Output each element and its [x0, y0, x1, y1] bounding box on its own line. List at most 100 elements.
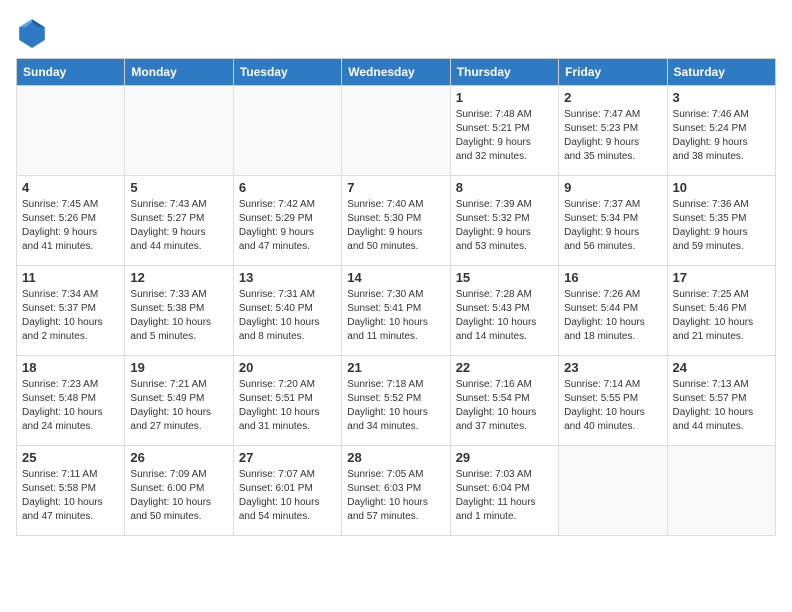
day-info: Sunrise: 7:45 AM Sunset: 5:26 PM Dayligh…	[22, 198, 119, 254]
calendar-cell: 23 Sunrise: 7:14 AM Sunset: 5:55 PM Dayli…	[559, 356, 667, 446]
calendar-table: SundayMondayTuesdayWednesdayThursdayFrid…	[16, 58, 776, 536]
day-number: 4	[22, 180, 119, 195]
day-number: 14	[347, 270, 444, 285]
page-header	[16, 16, 776, 48]
day-number: 29	[456, 450, 553, 465]
day-number: 26	[130, 450, 227, 465]
calendar-body: 1 Sunrise: 7:48 AM Sunset: 5:21 PM Daylig…	[17, 86, 776, 536]
day-info: Sunrise: 7:13 AM Sunset: 5:57 PM Dayligh…	[673, 378, 770, 434]
calendar-cell: 6 Sunrise: 7:42 AM Sunset: 5:29 PM Daylig…	[233, 176, 341, 266]
day-number: 27	[239, 450, 336, 465]
calendar-cell: 12 Sunrise: 7:33 AM Sunset: 5:38 PM Dayli…	[125, 266, 233, 356]
day-info: Sunrise: 7:37 AM Sunset: 5:34 PM Dayligh…	[564, 198, 661, 254]
calendar-week-5: 25Sunrise: 7:11 AM Sunset: 5:58 PM Dayli…	[17, 446, 776, 536]
calendar-cell: 13Sunrise: 7:31 AM Sunset: 5:40 PM Dayli…	[233, 266, 341, 356]
calendar-cell: 21 Sunrise: 7:18 AM Sunset: 5:52 PM Dayli…	[342, 356, 450, 446]
calendar-cell	[233, 86, 341, 176]
day-info: Sunrise: 7:07 AM Sunset: 6:01 PM Dayligh…	[239, 468, 336, 524]
day-number: 20	[239, 360, 336, 375]
day-info: Sunrise: 7:20 AM Sunset: 5:51 PM Dayligh…	[239, 378, 336, 434]
calendar-cell: 15Sunrise: 7:28 AM Sunset: 5:43 PM Dayli…	[450, 266, 558, 356]
calendar-cell: 27 Sunrise: 7:07 AM Sunset: 6:01 PM Dayli…	[233, 446, 341, 536]
day-info: Sunrise: 7:33 AM Sunset: 5:38 PM Dayligh…	[130, 288, 227, 344]
calendar-cell	[17, 86, 125, 176]
day-info: Sunrise: 7:18 AM Sunset: 5:52 PM Dayligh…	[347, 378, 444, 434]
weekday-header-tuesday: Tuesday	[233, 59, 341, 86]
day-number: 6	[239, 180, 336, 195]
day-number: 9	[564, 180, 661, 195]
logo	[16, 16, 54, 48]
day-number: 3	[673, 90, 770, 105]
calendar-cell: 24 Sunrise: 7:13 AM Sunset: 5:57 PM Dayli…	[667, 356, 775, 446]
day-number: 13	[239, 270, 336, 285]
day-info: Sunrise: 7:40 AM Sunset: 5:30 PM Dayligh…	[347, 198, 444, 254]
day-info: Sunrise: 7:05 AM Sunset: 6:03 PM Dayligh…	[347, 468, 444, 524]
day-number: 16	[564, 270, 661, 285]
day-info: Sunrise: 7:43 AM Sunset: 5:27 PM Dayligh…	[130, 198, 227, 254]
day-number: 12	[130, 270, 227, 285]
calendar-cell: 10 Sunrise: 7:36 AM Sunset: 5:35 PM Dayli…	[667, 176, 775, 266]
day-info: Sunrise: 7:30 AM Sunset: 5:41 PM Dayligh…	[347, 288, 444, 344]
calendar-cell: 16 Sunrise: 7:26 AM Sunset: 5:44 PM Dayli…	[559, 266, 667, 356]
day-number: 15	[456, 270, 553, 285]
day-number: 22	[456, 360, 553, 375]
day-number: 17	[673, 270, 770, 285]
day-number: 10	[673, 180, 770, 195]
day-info: Sunrise: 7:23 AM Sunset: 5:48 PM Dayligh…	[22, 378, 119, 434]
day-info: Sunrise: 7:39 AM Sunset: 5:32 PM Dayligh…	[456, 198, 553, 254]
calendar-cell	[342, 86, 450, 176]
calendar-cell: 4 Sunrise: 7:45 AM Sunset: 5:26 PM Daylig…	[17, 176, 125, 266]
calendar-week-4: 18 Sunrise: 7:23 AM Sunset: 5:48 PM Dayli…	[17, 356, 776, 446]
day-info: Sunrise: 7:42 AM Sunset: 5:29 PM Dayligh…	[239, 198, 336, 254]
weekday-header-friday: Friday	[559, 59, 667, 86]
day-info: Sunrise: 7:46 AM Sunset: 5:24 PM Dayligh…	[673, 108, 770, 164]
day-number: 5	[130, 180, 227, 195]
weekday-header-sunday: Sunday	[17, 59, 125, 86]
day-number: 21	[347, 360, 444, 375]
calendar-cell: 29 Sunrise: 7:03 AM Sunset: 6:04 PM Dayli…	[450, 446, 558, 536]
day-info: Sunrise: 7:47 AM Sunset: 5:23 PM Dayligh…	[564, 108, 661, 164]
calendar-cell	[667, 446, 775, 536]
calendar-cell: 18 Sunrise: 7:23 AM Sunset: 5:48 PM Dayli…	[17, 356, 125, 446]
calendar-cell: 7Sunrise: 7:40 AM Sunset: 5:30 PM Daylig…	[342, 176, 450, 266]
weekday-header-wednesday: Wednesday	[342, 59, 450, 86]
day-number: 24	[673, 360, 770, 375]
weekday-header-monday: Monday	[125, 59, 233, 86]
day-number: 28	[347, 450, 444, 465]
weekday-header-thursday: Thursday	[450, 59, 558, 86]
calendar-cell: 3 Sunrise: 7:46 AM Sunset: 5:24 PM Daylig…	[667, 86, 775, 176]
calendar-cell: 17 Sunrise: 7:25 AM Sunset: 5:46 PM Dayli…	[667, 266, 775, 356]
calendar-cell: 20 Sunrise: 7:20 AM Sunset: 5:51 PM Dayli…	[233, 356, 341, 446]
day-info: Sunrise: 7:21 AM Sunset: 5:49 PM Dayligh…	[130, 378, 227, 434]
day-number: 8	[456, 180, 553, 195]
calendar-cell: 2 Sunrise: 7:47 AM Sunset: 5:23 PM Daylig…	[559, 86, 667, 176]
calendar-cell: 19Sunrise: 7:21 AM Sunset: 5:49 PM Dayli…	[125, 356, 233, 446]
logo-icon	[16, 16, 48, 48]
day-info: Sunrise: 7:14 AM Sunset: 5:55 PM Dayligh…	[564, 378, 661, 434]
day-info: Sunrise: 7:16 AM Sunset: 5:54 PM Dayligh…	[456, 378, 553, 434]
weekday-header-row: SundayMondayTuesdayWednesdayThursdayFrid…	[17, 59, 776, 86]
calendar-cell: 1 Sunrise: 7:48 AM Sunset: 5:21 PM Daylig…	[450, 86, 558, 176]
day-number: 2	[564, 90, 661, 105]
day-number: 11	[22, 270, 119, 285]
day-number: 23	[564, 360, 661, 375]
calendar-cell: 11Sunrise: 7:34 AM Sunset: 5:37 PM Dayli…	[17, 266, 125, 356]
calendar-cell: 9 Sunrise: 7:37 AM Sunset: 5:34 PM Daylig…	[559, 176, 667, 266]
calendar-week-2: 4 Sunrise: 7:45 AM Sunset: 5:26 PM Daylig…	[17, 176, 776, 266]
day-info: Sunrise: 7:48 AM Sunset: 5:21 PM Dayligh…	[456, 108, 553, 164]
calendar-week-3: 11Sunrise: 7:34 AM Sunset: 5:37 PM Dayli…	[17, 266, 776, 356]
day-info: Sunrise: 7:25 AM Sunset: 5:46 PM Dayligh…	[673, 288, 770, 344]
calendar-cell: 25Sunrise: 7:11 AM Sunset: 5:58 PM Dayli…	[17, 446, 125, 536]
day-number: 18	[22, 360, 119, 375]
calendar-cell	[559, 446, 667, 536]
calendar-cell: 22 Sunrise: 7:16 AM Sunset: 5:54 PM Dayli…	[450, 356, 558, 446]
calendar-cell: 26 Sunrise: 7:09 AM Sunset: 6:00 PM Dayli…	[125, 446, 233, 536]
day-info: Sunrise: 7:26 AM Sunset: 5:44 PM Dayligh…	[564, 288, 661, 344]
day-info: Sunrise: 7:09 AM Sunset: 6:00 PM Dayligh…	[130, 468, 227, 524]
calendar-cell: 8 Sunrise: 7:39 AM Sunset: 5:32 PM Daylig…	[450, 176, 558, 266]
day-info: Sunrise: 7:36 AM Sunset: 5:35 PM Dayligh…	[673, 198, 770, 254]
calendar-week-1: 1 Sunrise: 7:48 AM Sunset: 5:21 PM Daylig…	[17, 86, 776, 176]
day-number: 25	[22, 450, 119, 465]
day-number: 1	[456, 90, 553, 105]
day-info: Sunrise: 7:03 AM Sunset: 6:04 PM Dayligh…	[456, 468, 553, 524]
